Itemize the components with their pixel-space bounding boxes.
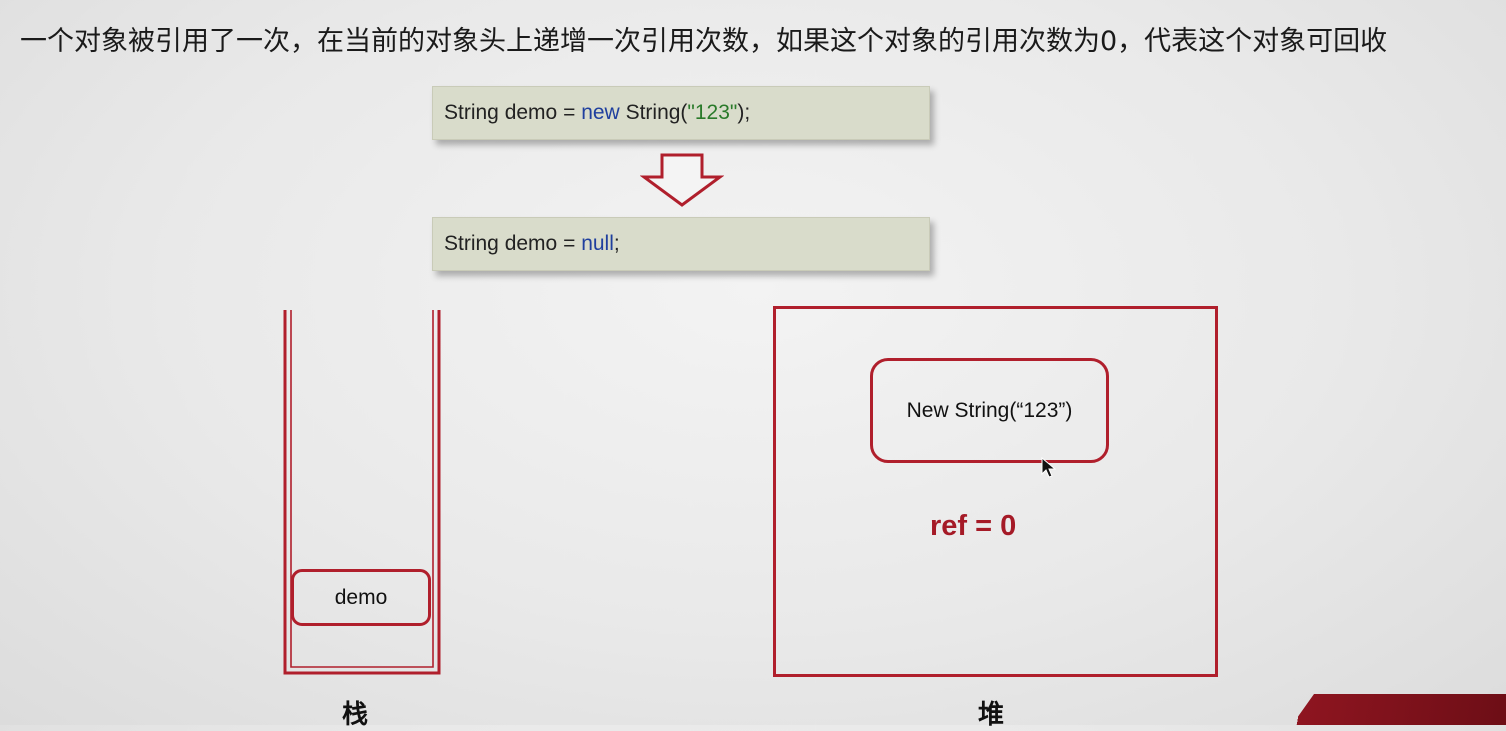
code-line-new-string: String demo = new String("123"); [432, 86, 930, 140]
heap-object-string: New String(“123”) [870, 358, 1109, 463]
code-terminator: ; [613, 232, 620, 255]
heap-label: 堆 [978, 700, 1005, 730]
code-variable: demo [504, 232, 558, 255]
watermark-banner [1292, 694, 1506, 725]
down-arrow-icon [640, 153, 724, 207]
code-string-literal: "123" [687, 101, 738, 124]
slide-heading: 一个对象被引用了一次，在当前的对象头上递增一次引用次数，如果这个对象的引用次数为… [20, 26, 1388, 57]
ref-value: 0 [1000, 510, 1017, 542]
ref-label: ref [930, 510, 968, 542]
mouse-cursor-icon [1041, 457, 1057, 478]
code-variable: demo [504, 101, 558, 124]
code-terminator: ); [737, 101, 751, 124]
code-assign: = [563, 232, 576, 255]
stack-variable-demo: demo [291, 569, 431, 626]
code-line-null: String demo = null; [432, 217, 930, 271]
code-keyword-null: null [581, 232, 614, 255]
ref-equals: = [975, 510, 993, 542]
reference-count: ref = 0 [930, 510, 1016, 543]
code-type: String [444, 101, 499, 124]
stack-label: 栈 [342, 700, 369, 730]
code-constructor: String( [625, 101, 688, 124]
code-type: String [444, 232, 499, 255]
code-keyword-new: new [581, 101, 620, 124]
code-assign: = [563, 101, 576, 124]
